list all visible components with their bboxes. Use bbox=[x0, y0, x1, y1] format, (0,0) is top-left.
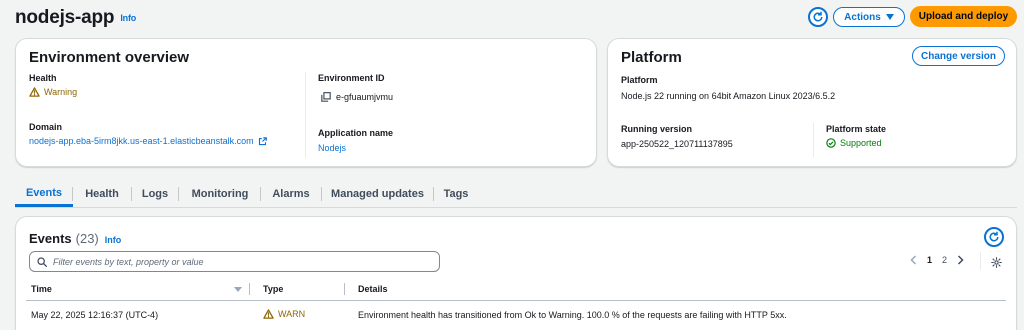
health-status: Warning bbox=[29, 87, 77, 97]
running-version-label: Running version bbox=[621, 124, 693, 134]
tab-managed-updates[interactable]: Managed updates bbox=[322, 181, 433, 207]
events-count: (23) bbox=[75, 231, 99, 246]
title-info-link[interactable]: Info bbox=[120, 13, 136, 23]
health-label: Health bbox=[29, 73, 57, 83]
health-value: Warning bbox=[44, 87, 78, 97]
row-type: WARN bbox=[263, 309, 305, 319]
platform-label: Platform bbox=[621, 75, 658, 85]
warning-icon bbox=[263, 309, 274, 319]
platform-state-value: Supported bbox=[840, 138, 882, 148]
events-refresh-button[interactable] bbox=[984, 227, 1004, 247]
row-type-value: WARN bbox=[278, 309, 306, 319]
environment-id-value: e-gfuaumjvmu bbox=[336, 92, 394, 102]
settings-gear-icon[interactable] bbox=[991, 257, 1002, 268]
copy-icon[interactable] bbox=[321, 92, 331, 102]
chevron-left-icon[interactable] bbox=[910, 255, 917, 265]
search-placeholder: Filter events by text, property or value bbox=[53, 256, 204, 267]
running-version-value: app-250522_120711137895 bbox=[621, 139, 733, 149]
events-search-input[interactable]: Filter events by text, property or value bbox=[29, 251, 440, 272]
events-title: Events bbox=[29, 231, 72, 246]
events-heading: Events (23) Info bbox=[29, 231, 121, 246]
domain-value[interactable]: nodejs-app.eba-5irm8jkk.us-east-1.elasti… bbox=[29, 136, 254, 146]
page-1[interactable]: 1 bbox=[927, 255, 932, 265]
tab-tags[interactable]: Tags bbox=[434, 181, 478, 207]
tab-logs[interactable]: Logs bbox=[132, 181, 178, 207]
overview-divider bbox=[305, 72, 306, 158]
column-resizer[interactable] bbox=[249, 283, 250, 295]
pagination: 1 2 bbox=[910, 255, 964, 265]
actions-button[interactable]: Actions bbox=[833, 7, 905, 27]
platform-state-label: Platform state bbox=[826, 124, 887, 134]
change-version-button[interactable]: Change version bbox=[912, 46, 1005, 66]
tab-events[interactable]: Events bbox=[15, 181, 73, 207]
platform-divider bbox=[813, 123, 814, 157]
environment-overview-card: Environment overview Health Warning Doma… bbox=[15, 38, 597, 167]
chevron-right-icon[interactable] bbox=[957, 255, 964, 265]
refresh-button[interactable] bbox=[808, 7, 828, 27]
page-2[interactable]: 2 bbox=[942, 255, 947, 265]
column-resizer[interactable] bbox=[344, 283, 345, 295]
sort-caret-down-icon[interactable] bbox=[234, 287, 242, 292]
tab-monitoring[interactable]: Monitoring bbox=[179, 181, 261, 207]
row-details: Environment health has transitioned from… bbox=[358, 310, 787, 320]
refresh-icon bbox=[989, 231, 999, 242]
domain-link[interactable]: nodejs-app.eba-5irm8jkk.us-east-1.elasti… bbox=[29, 136, 267, 146]
warning-icon bbox=[29, 87, 40, 97]
upload-and-deploy-button[interactable]: Upload and deploy bbox=[910, 6, 1017, 27]
caret-down-icon bbox=[885, 14, 894, 20]
tab-alarms[interactable]: Alarms bbox=[261, 181, 321, 207]
table-row: May 22, 2025 12:16:37 (UTC-4) WARN Envir… bbox=[26, 301, 1006, 327]
row-time: May 22, 2025 12:16:37 (UTC-4) bbox=[31, 310, 159, 320]
search-icon bbox=[37, 256, 47, 267]
external-link-icon bbox=[258, 136, 267, 145]
page-title: nodejs-app Info bbox=[15, 7, 136, 29]
environment-id-label: Environment ID bbox=[318, 73, 385, 83]
environment-id-row: e-gfuaumjvmu bbox=[321, 92, 393, 102]
platform-value: Node.js 22 running on 64bit Amazon Linux… bbox=[621, 91, 836, 101]
events-info-link[interactable]: Info bbox=[105, 235, 122, 245]
success-check-icon bbox=[826, 138, 836, 148]
platform-state-status: Supported bbox=[826, 138, 882, 148]
tab-health[interactable]: Health bbox=[73, 181, 131, 207]
application-name-link[interactable]: Nodejs bbox=[318, 143, 346, 153]
platform-title: Platform bbox=[621, 49, 682, 66]
pagination-divider bbox=[980, 252, 981, 270]
events-card: Events (23) Info Filter events by text, … bbox=[15, 216, 1017, 330]
column-header-details[interactable]: Details bbox=[358, 284, 388, 294]
column-header-type[interactable]: Type bbox=[263, 284, 283, 294]
environment-tabs: Events Health Logs Monitoring Alarms Man… bbox=[15, 181, 1017, 208]
column-header-time[interactable]: Time bbox=[31, 284, 52, 294]
refresh-icon bbox=[813, 11, 823, 22]
platform-card: Platform Change version Platform Node.js… bbox=[607, 38, 1017, 167]
page-title-text: nodejs-app bbox=[15, 7, 115, 28]
environment-overview-title: Environment overview bbox=[29, 49, 190, 66]
domain-label: Domain bbox=[29, 122, 63, 132]
application-name-label: Application name bbox=[318, 128, 394, 138]
actions-label: Actions bbox=[844, 11, 881, 23]
